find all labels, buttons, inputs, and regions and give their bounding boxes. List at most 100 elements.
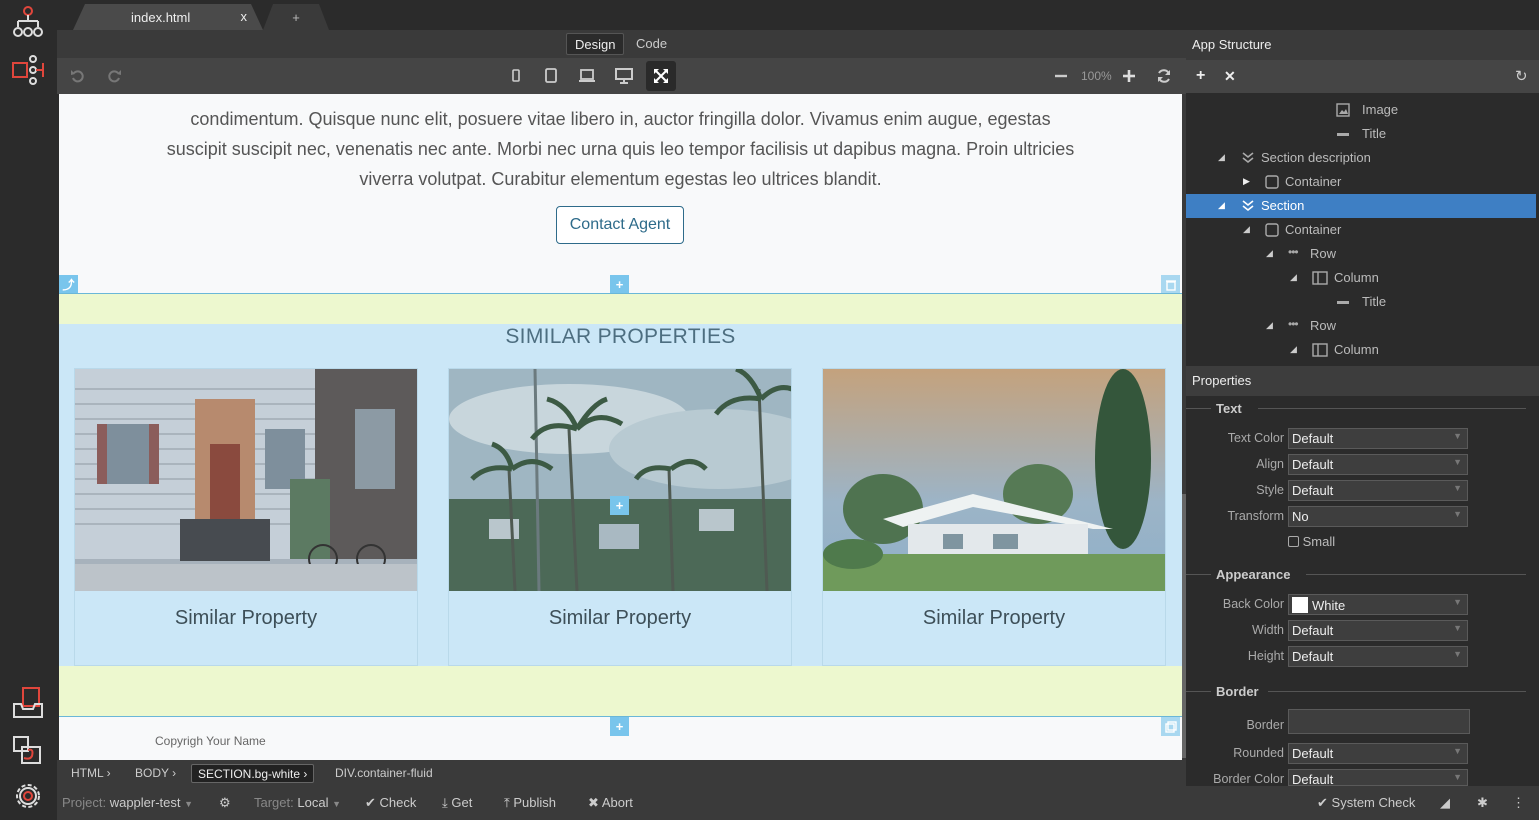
back-color-select[interactable]: White ▼ — [1288, 594, 1468, 615]
breadcrumb-item[interactable]: DIV.container-fluid — [329, 764, 439, 783]
refresh-icon[interactable] — [1151, 63, 1177, 89]
expanded-triangle-icon[interactable]: ◢ — [1290, 344, 1297, 355]
section-icon — [1241, 199, 1255, 213]
redo-icon[interactable] — [101, 63, 127, 89]
breadcrumb-item-selected[interactable]: SECTION.bg-white › — [191, 764, 315, 783]
inbox-tray-icon[interactable] — [8, 683, 48, 723]
move-up-handle-icon[interactable]: ⤴ — [59, 275, 78, 294]
tree-item-container[interactable]: ◢ Container — [1186, 218, 1536, 242]
phone-view-icon[interactable] — [503, 63, 529, 89]
delete-handle-icon[interactable] — [1161, 275, 1180, 294]
properties-header: Properties — [1186, 366, 1539, 396]
expanded-triangle-icon[interactable]: ◢ — [1218, 200, 1225, 211]
tab-label: index.html — [131, 9, 191, 25]
transform-select[interactable]: No ▼ — [1288, 506, 1468, 527]
expanded-triangle-icon[interactable]: ◢ — [1266, 320, 1273, 331]
app-connect-icon[interactable] — [8, 50, 48, 90]
expanded-triangle-icon[interactable]: ◢ — [1266, 248, 1273, 259]
app-structure-icon[interactable] — [8, 2, 48, 42]
design-canvas[interactable]: condimentum. Quisque nunc elit, posuere … — [59, 94, 1182, 760]
tree-item-row[interactable]: ◢ ••• Row — [1186, 314, 1536, 338]
refresh-structure-icon[interactable]: ↻ — [1515, 67, 1528, 85]
tree-item-row[interactable]: ◢ ••• Row — [1186, 242, 1536, 266]
breadcrumb-item[interactable]: BODY › — [129, 764, 182, 783]
fullscreen-view-icon[interactable] — [646, 61, 676, 91]
eraser-icon[interactable]: ◢ — [1440, 795, 1450, 811]
duplicate-handle-icon[interactable] — [1161, 717, 1180, 736]
expanded-triangle-icon[interactable]: ◢ — [1243, 224, 1250, 235]
abort-button[interactable]: ✖ Abort — [588, 795, 633, 811]
left-rail — [0, 0, 57, 820]
tablet-view-icon[interactable] — [538, 63, 564, 89]
add-element-icon[interactable]: + — [1196, 67, 1205, 85]
project-selector[interactable]: Project: wappler-test ▼ — [62, 795, 193, 810]
border-color-select[interactable]: Default ▼ — [1288, 769, 1468, 787]
section-padding-top — [59, 294, 1182, 324]
more-menu-icon[interactable]: ⋮ — [1512, 795, 1525, 811]
property-caption: Similar Property — [922, 607, 1066, 629]
insert-after-handle-icon[interactable]: + — [610, 717, 629, 736]
remove-element-icon[interactable]: ✕ — [1224, 68, 1236, 85]
tree-item-image[interactable]: Image — [1186, 98, 1536, 122]
tab-index-html[interactable]: index.html x — [73, 4, 263, 30]
height-select[interactable]: Default ▼ — [1288, 646, 1468, 667]
zoom-out-icon[interactable] — [1048, 63, 1074, 89]
breadcrumb: HTML › BODY › SECTION.bg-white › DIV.con… — [57, 760, 1186, 786]
expanded-triangle-icon[interactable]: ◢ — [1290, 272, 1297, 283]
border-field[interactable] — [1288, 709, 1470, 734]
target-selector[interactable]: Target: Local ▼ — [254, 795, 341, 810]
right-panel: App Structure + ✕ ↻ Image Title ◢ Sectio… — [1186, 30, 1539, 787]
contact-agent-button[interactable]: Contact Agent — [556, 206, 684, 244]
similar-properties-section[interactable]: SIMILAR PROPERTIES Similar Property + Si… — [59, 324, 1182, 666]
rounded-select[interactable]: Default ▼ — [1288, 743, 1468, 764]
column-icon — [1312, 343, 1328, 357]
text-group-heading: Text — [1216, 401, 1242, 416]
design-code-switch: Design Code — [57, 30, 1186, 58]
tree-item-title[interactable]: Title — [1186, 122, 1536, 146]
project-settings-gear-icon[interactable]: ⚙ — [219, 795, 231, 811]
publish-button[interactable]: ⤒ Publish — [504, 795, 556, 811]
settings-gear-icon[interactable] — [8, 776, 48, 816]
align-select[interactable]: Default ▼ — [1288, 454, 1468, 475]
undo-icon[interactable] — [65, 63, 91, 89]
property-card[interactable]: + Similar Property — [448, 368, 792, 666]
tree-item-section-description[interactable]: ◢ Section description — [1186, 146, 1536, 170]
property-card[interactable]: Similar Property — [822, 368, 1166, 666]
title-icon — [1336, 295, 1350, 309]
expanded-triangle-icon[interactable]: ◢ — [1218, 152, 1225, 163]
container-icon — [1265, 175, 1279, 189]
close-tab-icon[interactable]: x — [241, 9, 248, 24]
text-color-select[interactable]: Default ▼ — [1288, 428, 1468, 449]
status-bar: Project: wappler-test ▼ ⚙ Target: Local … — [57, 786, 1539, 820]
tree-item-column[interactable]: ◢ Column — [1186, 266, 1536, 290]
check-button[interactable]: ✔ Check — [365, 795, 416, 811]
row-icon: ••• — [1288, 245, 1299, 259]
breadcrumb-item[interactable]: HTML › — [65, 764, 117, 783]
desktop-view-icon[interactable] — [611, 63, 637, 89]
insert-before-handle-icon[interactable]: + — [610, 275, 629, 294]
upload-icon: ⤒ — [504, 795, 510, 810]
code-mode-button[interactable]: Code — [628, 33, 675, 55]
extensions-puzzle-icon[interactable] — [8, 729, 48, 769]
property-card[interactable]: Similar Property — [74, 368, 418, 666]
small-checkbox[interactable]: Small — [1288, 534, 1335, 549]
collapsed-triangle-icon[interactable]: ▶ — [1243, 176, 1250, 187]
abort-x-icon: ✖ — [588, 795, 599, 810]
property-photo-palms — [449, 369, 791, 591]
zoom-in-icon[interactable] — [1116, 63, 1142, 89]
tree-item-title[interactable]: Title — [1186, 290, 1536, 314]
style-select[interactable]: Default ▼ — [1288, 480, 1468, 501]
get-button[interactable]: ⤓ Get — [442, 795, 472, 811]
tree-item-column[interactable]: ◢ Column — [1186, 338, 1536, 362]
white-color-swatch — [1292, 597, 1308, 613]
system-check-button[interactable]: ✔ System Check — [1317, 795, 1415, 811]
tree-item-section-selected[interactable]: ◢ Section — [1186, 194, 1536, 218]
new-tab-button[interactable]: + — [263, 4, 329, 30]
design-mode-button[interactable]: Design — [566, 33, 625, 55]
bug-icon[interactable]: ✱ — [1477, 795, 1488, 811]
insert-inside-handle-icon[interactable]: + — [610, 496, 629, 515]
title-icon — [1336, 127, 1350, 141]
tree-item-container[interactable]: ▶ Container — [1186, 170, 1536, 194]
laptop-view-icon[interactable] — [574, 63, 600, 89]
width-select[interactable]: Default ▼ — [1288, 620, 1468, 641]
